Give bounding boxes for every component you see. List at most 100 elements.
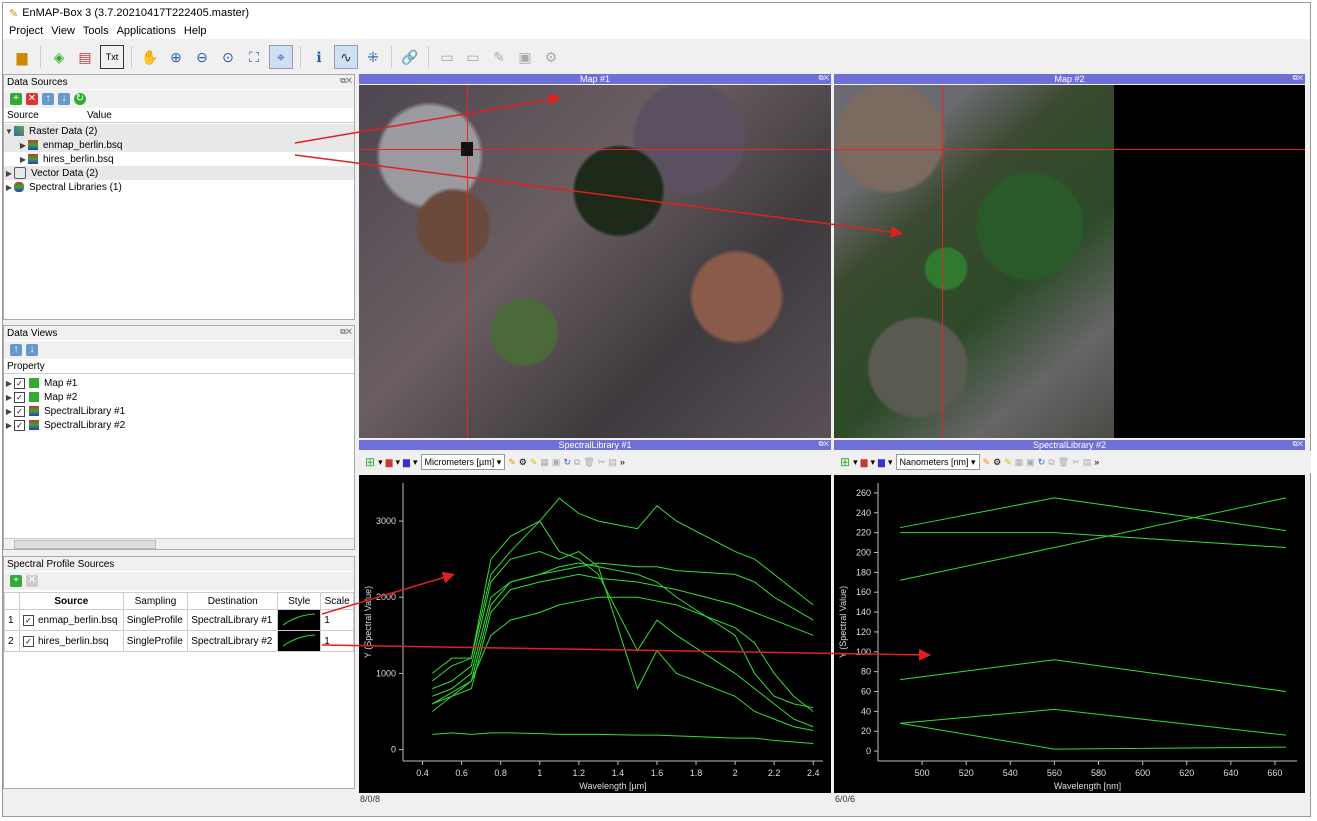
spectral-profile-line[interactable] — [899, 497, 1287, 532]
spectral-profile-line[interactable] — [900, 532, 1287, 549]
remove-source-icon[interactable]: ✕ — [26, 93, 38, 105]
crosshair-icon[interactable]: ⁜ — [362, 46, 384, 68]
tree-item-enmap[interactable]: ▶ enmap_berlin.bsq — [4, 138, 354, 152]
visibility-checkbox[interactable]: ✓ — [14, 419, 25, 431]
add-feature-icon[interactable]: ⚙ — [540, 46, 562, 68]
cut-icon[interactable]: ✂ — [1072, 457, 1080, 468]
panel-float-close-icon[interactable]: ⧉✕ — [340, 76, 352, 86]
grid-icon[interactable]: ▦ — [1015, 457, 1024, 468]
view-item-map2[interactable]: ▶ ✓ Map #2 — [4, 390, 354, 404]
menu-project[interactable]: Project — [9, 25, 43, 37]
dropdown-arrow-icon[interactable]: ▾ — [853, 457, 858, 468]
speclib2-plot[interactable]: 0 20 40 60 80 100 120 140 160 180 200 220 240 260 500 5… — [834, 475, 1305, 793]
panel-float-close-icon[interactable]: ⧉✕ — [819, 74, 829, 84]
scale-cell[interactable]: 1 — [320, 609, 354, 631]
collapse-icon[interactable]: ↑ — [10, 344, 22, 356]
link-icon[interactable]: 🔗 — [399, 46, 421, 68]
expand-icon[interactable]: ↓ — [26, 344, 38, 356]
spectral-profile-line[interactable] — [431, 497, 814, 674]
source-checkbox[interactable]: ✓ — [23, 635, 34, 647]
zoom-native-icon[interactable]: ⊙ — [217, 46, 239, 68]
view-item-speclib2[interactable]: ▶ ✓ SpectralLibrary #2 — [4, 418, 354, 432]
zoom-out-icon[interactable]: ⊖ — [191, 46, 213, 68]
unit-select[interactable]: Nanometers [nm] ▾ — [895, 454, 980, 470]
collapsed-icon[interactable]: ▶ — [4, 169, 14, 178]
speclib-icon[interactable]: ▆ — [861, 457, 868, 468]
tree-raster-data[interactable]: ▼ Raster Data (2) — [4, 124, 354, 138]
expand-icon[interactable]: ↓ — [58, 93, 70, 105]
visibility-checkbox[interactable]: ✓ — [14, 377, 25, 389]
scale-cell[interactable]: 1 — [320, 630, 354, 652]
reload-icon[interactable]: ↻ — [1038, 457, 1046, 468]
dropdown-arrow-icon[interactable]: ▾ — [396, 457, 401, 468]
select-location-icon[interactable]: ⌖ — [269, 45, 293, 69]
map2-canvas[interactable] — [834, 85, 1305, 438]
dropdown-arrow-icon[interactable]: ▾ — [888, 457, 893, 468]
collapsed-icon[interactable]: ▶ — [4, 407, 14, 416]
dropdown-arrow-icon[interactable]: ▾ — [871, 457, 876, 468]
edit-pencil-icon[interactable]: ✎ — [1004, 457, 1012, 468]
edit-pencil-icon[interactable]: ✎ — [530, 457, 538, 468]
save-icon[interactable]: ▣ — [1026, 457, 1035, 468]
delete-icon[interactable]: 🗑 — [1058, 457, 1069, 468]
spectral-profile-line[interactable] — [899, 659, 1287, 692]
horizontal-scrollbar[interactable] — [4, 538, 354, 549]
spectral-profile-line[interactable] — [431, 520, 814, 728]
remove-profile-source-icon[interactable]: ✕ — [26, 575, 38, 587]
settings-icon[interactable]: ⚙ — [519, 457, 527, 468]
add-profile-source-icon[interactable]: + — [10, 575, 22, 587]
collapsed-icon[interactable]: ▶ — [4, 183, 14, 192]
menu-applications[interactable]: Applications — [117, 25, 176, 37]
collapse-icon[interactable]: ↑ — [42, 93, 54, 105]
add-source-icon[interactable]: + — [10, 93, 22, 105]
identify-profile-icon[interactable]: ∿ — [334, 45, 358, 69]
open-text-view-button[interactable]: Txt — [100, 45, 124, 69]
table-row[interactable]: 2 ✓ hires_berlin.bsq SingleProfile Spectr… — [4, 630, 354, 652]
zoom-full-icon[interactable]: ⛶ — [243, 46, 265, 68]
unit-select[interactable]: Micrometers [µm] ▾ — [420, 454, 506, 470]
delete-icon[interactable]: 🗑 — [583, 457, 594, 468]
dropdown-arrow-icon[interactable]: ▾ — [378, 457, 383, 468]
panel-float-close-icon[interactable]: ⧉✕ — [819, 440, 829, 450]
spectral-profile-line[interactable] — [432, 596, 814, 712]
color-brush-icon[interactable]: ✎ — [508, 457, 516, 468]
spectral-profile-line[interactable] — [432, 562, 814, 705]
header-style[interactable]: Style — [277, 592, 322, 610]
source-cell[interactable]: ✓ hires_berlin.bsq — [19, 630, 124, 652]
view-item-speclib1[interactable]: ▶ ✓ SpectralLibrary #1 — [4, 404, 354, 418]
refresh-icon[interactable]: ↻ — [74, 93, 86, 105]
reload-icon[interactable]: ↻ — [563, 457, 571, 468]
more-icon[interactable]: » — [620, 457, 625, 467]
spectral-profile-line[interactable] — [899, 497, 1287, 581]
column-property[interactable]: Property — [4, 361, 45, 373]
pan-icon[interactable]: ✋ — [139, 46, 161, 68]
grid-icon[interactable]: ▦ — [540, 457, 549, 468]
copy-icon[interactable]: ⧉ — [574, 457, 580, 468]
open-speclib-view-icon[interactable]: ▤ — [74, 46, 96, 68]
sampling-cell[interactable]: SingleProfile — [122, 630, 189, 652]
header-sampling[interactable]: Sampling — [122, 592, 189, 610]
header-source[interactable]: Source — [19, 592, 124, 610]
speclib1-plot[interactable]: 0 1000 2000 3000 0.4 0.6 0.8 1 1.2 1.4 1.6 1.8 2 2.2 2… — [359, 475, 831, 793]
style-cell[interactable] — [277, 630, 322, 652]
visibility-checkbox[interactable]: ✓ — [14, 391, 25, 403]
view-item-map1[interactable]: ▶ ✓ Map #1 — [4, 376, 354, 390]
add-profile-icon[interactable]: ⊞ — [365, 455, 375, 469]
collapsed-icon[interactable]: ▶ — [4, 379, 14, 388]
deselect-icon[interactable]: ▭ — [462, 46, 484, 68]
destination-cell[interactable]: SpectralLibrary #1 — [187, 609, 279, 631]
menu-help[interactable]: Help — [184, 25, 207, 37]
dropdown-arrow-icon[interactable]: ▾ — [413, 457, 418, 468]
cut-icon[interactable]: ✂ — [598, 457, 606, 468]
save-edits-icon[interactable]: ▣ — [514, 46, 536, 68]
zoom-in-icon[interactable]: ⊕ — [165, 46, 187, 68]
panel-float-close-icon[interactable]: ⧉✕ — [1293, 440, 1303, 450]
source-cell[interactable]: ✓ enmap_berlin.bsq — [19, 609, 124, 631]
menu-view[interactable]: View — [51, 25, 75, 37]
settings-icon[interactable]: ⚙ — [993, 457, 1001, 468]
more-icon[interactable]: » — [1094, 457, 1099, 467]
panel-float-close-icon[interactable]: ⧉✕ — [1293, 74, 1303, 84]
sampling-cell[interactable]: SingleProfile — [122, 609, 189, 631]
collapsed-icon[interactable]: ▶ — [4, 421, 14, 430]
column-source[interactable]: Source — [4, 110, 87, 122]
